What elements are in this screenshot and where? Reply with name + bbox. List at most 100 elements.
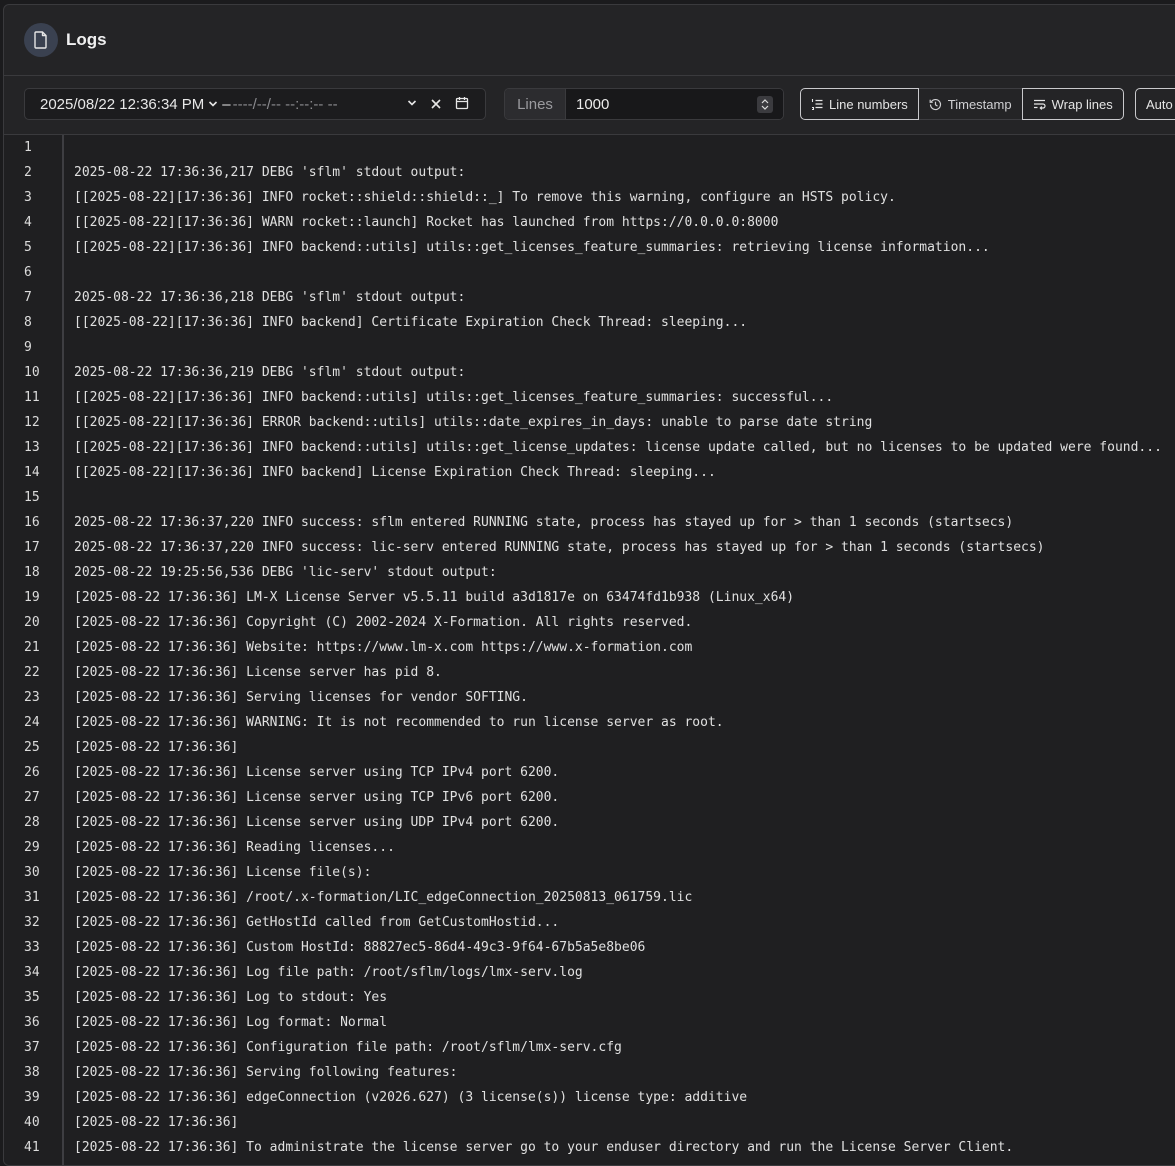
log-line: 19 [2025-08-22 17:36:36] LM-X License Ser…: [4, 585, 1175, 610]
log-line: 25 [2025-08-22 17:36:36]: [4, 735, 1175, 760]
chevron-down-icon[interactable]: [407, 99, 417, 107]
log-lines: 1 2 2025-08-22 17:36:36,217 DEBG 'sflm' st…: [4, 135, 1175, 1160]
line-number: 23: [24, 690, 40, 705]
line-number: 39: [24, 1090, 40, 1105]
log-line: 29 [2025-08-22 17:36:36] Reading licenses…: [4, 835, 1175, 860]
log-line: 13 [[2025-08-22][17:36:36] INFO backend::…: [4, 435, 1175, 460]
line-number: 14: [24, 465, 40, 480]
line-number: 21: [24, 640, 40, 655]
line-number: 2: [24, 165, 32, 180]
line-number: 32: [24, 915, 40, 930]
log-line: 16 2025-08-22 17:36:37,220 INFO success: …: [4, 510, 1175, 535]
log-line: 22 [2025-08-22 17:36:36] License server h…: [4, 660, 1175, 685]
line-number: 17: [24, 540, 40, 555]
line-number: 10: [24, 365, 40, 380]
wrap-lines-label: Wrap lines: [1051, 96, 1113, 112]
line-number: 15: [24, 490, 40, 505]
log-line: 2 2025-08-22 17:36:36,217 DEBG 'sflm' std…: [4, 160, 1175, 185]
logs-panel: Logs 2025/08/22 12:36:34 PM – ----/--/--…: [3, 4, 1175, 1166]
history-icon: [929, 98, 942, 111]
line-number: 25: [24, 740, 40, 755]
log-line: 18 2025-08-22 19:25:56,536 DEBG 'lic-serv…: [4, 560, 1175, 585]
log-text: [2025-08-22 17:36:36] License server usi…: [74, 765, 560, 780]
log-text: [2025-08-22 17:36:36] LM-X License Serve…: [74, 590, 795, 605]
log-text: [2025-08-22 17:36:36] Custom HostId: 888…: [74, 940, 646, 955]
log-text: [2025-08-22 17:36:36] WARNING: It is not…: [74, 715, 724, 730]
log-line: 26 [2025-08-22 17:36:36] License server u…: [4, 760, 1175, 785]
timestamp-label: Timestamp: [947, 96, 1012, 112]
log-text: [[2025-08-22][17:36:36] INFO backend] Ce…: [74, 315, 748, 330]
log-text: [2025-08-22 17:36:36] Website: https://w…: [74, 640, 693, 655]
log-line: 38 [2025-08-22 17:36:36] Serving followin…: [4, 1060, 1175, 1085]
line-number: 40: [24, 1115, 40, 1130]
log-line: 15: [4, 485, 1175, 510]
log-text: 2025-08-22 19:25:56,536 DEBG 'lic-serv' …: [74, 565, 497, 580]
log-text: [2025-08-22 17:36:36] Serving following …: [74, 1065, 458, 1080]
log-line: 14 [[2025-08-22][17:36:36] INFO backend] …: [4, 460, 1175, 485]
log-text: 2025-08-22 17:36:36,219 DEBG 'sflm' stdo…: [74, 365, 466, 380]
lines-input[interactable]: [566, 89, 783, 119]
log-line: 24 [2025-08-22 17:36:36] WARNING: It is n…: [4, 710, 1175, 735]
log-line: 28 [2025-08-22 17:36:36] License server u…: [4, 810, 1175, 835]
line-numbers-toggle[interactable]: Line numbers: [800, 88, 919, 120]
calendar-icon[interactable]: [455, 95, 469, 113]
line-number: 20: [24, 615, 40, 630]
log-line: 30 [2025-08-22 17:36:36] License file(s):: [4, 860, 1175, 885]
lines-stepper[interactable]: [757, 96, 773, 113]
log-text: [2025-08-22 17:36:36] License server usi…: [74, 815, 560, 830]
log-line: 6: [4, 260, 1175, 285]
log-line: 39 [2025-08-22 17:36:36] edgeConnection (…: [4, 1085, 1175, 1110]
line-number: 18: [24, 565, 40, 580]
log-text: [2025-08-22 17:36:36] License server has…: [74, 665, 442, 680]
log-line: 41 [2025-08-22 17:36:36] To administrate …: [4, 1135, 1175, 1160]
log-line: 11 [[2025-08-22][17:36:36] INFO backend::…: [4, 385, 1175, 410]
clear-date-icon[interactable]: [429, 95, 443, 113]
log-text: [2025-08-22 17:36:36] /root/.x-formation…: [74, 890, 693, 905]
log-viewer[interactable]: 1 2 2025-08-22 17:36:36,217 DEBG 'sflm' st…: [4, 135, 1175, 1165]
log-line: 23 [2025-08-22 17:36:36] Serving licenses…: [4, 685, 1175, 710]
panel-header: Logs: [4, 5, 1175, 76]
log-text: [2025-08-22 17:36:36]: [74, 740, 239, 755]
line-number: 19: [24, 590, 40, 605]
log-line: 32 [2025-08-22 17:36:36] GetHostId called…: [4, 910, 1175, 935]
line-number: 13: [24, 440, 40, 455]
auto-label: Auto: [1146, 96, 1173, 112]
line-number: 6: [24, 265, 32, 280]
line-number: 36: [24, 1015, 40, 1030]
wrap-lines-toggle[interactable]: Wrap lines: [1021, 88, 1124, 120]
line-number: 37: [24, 1040, 40, 1055]
log-text: [2025-08-22 17:36:36] Reading licenses..…: [74, 840, 395, 855]
log-line: 9: [4, 335, 1175, 360]
log-text: [2025-08-22 17:36:36] Configuration file…: [74, 1040, 622, 1055]
line-number: 31: [24, 890, 40, 905]
line-number: 16: [24, 515, 40, 530]
line-number: 5: [24, 240, 32, 255]
line-number: 34: [24, 965, 40, 980]
log-line: 35 [2025-08-22 17:36:36] Log to stdout: Y…: [4, 985, 1175, 1010]
log-line: 34 [2025-08-22 17:36:36] Log file path: /…: [4, 960, 1175, 985]
line-number: 35: [24, 990, 40, 1005]
log-text: 2025-08-22 17:36:36,218 DEBG 'sflm' stdo…: [74, 290, 466, 305]
log-text: [2025-08-22 17:36:36] License server usi…: [74, 790, 560, 805]
line-number: 22: [24, 665, 40, 680]
log-text: 2025-08-22 17:36:37,220 INFO success: sf…: [74, 515, 1014, 530]
auto-refresh-button[interactable]: Auto: [1135, 88, 1175, 120]
chevron-down-icon[interactable]: [208, 100, 218, 108]
lines-count-field: Lines: [504, 88, 784, 120]
line-number: 7: [24, 290, 32, 305]
log-line: 3 [[2025-08-22][17:36:36] INFO rocket::sh…: [4, 185, 1175, 210]
line-number: 24: [24, 715, 40, 730]
log-text: [2025-08-22 17:36:36] License file(s):: [74, 865, 372, 880]
timestamp-toggle[interactable]: Timestamp: [918, 88, 1022, 120]
line-number: 3: [24, 190, 32, 205]
start-date-value[interactable]: 2025/08/22 12:36:34 PM: [40, 96, 204, 113]
end-date-placeholder[interactable]: ----/--/-- --:--:-- --: [233, 96, 338, 113]
log-line: 21 [2025-08-22 17:36:36] Website: https:/…: [4, 635, 1175, 660]
line-number: 8: [24, 315, 32, 330]
line-number: 33: [24, 940, 40, 955]
line-number: 26: [24, 765, 40, 780]
log-text: [[2025-08-22][17:36:36] INFO rocket::shi…: [74, 190, 896, 205]
date-range-picker[interactable]: 2025/08/22 12:36:34 PM – ----/--/-- --:-…: [24, 88, 486, 120]
log-text: [2025-08-22 17:36:36] Log file path: /ro…: [74, 965, 583, 980]
log-text: [2025-08-22 17:36:36] Log format: Normal: [74, 1015, 388, 1030]
